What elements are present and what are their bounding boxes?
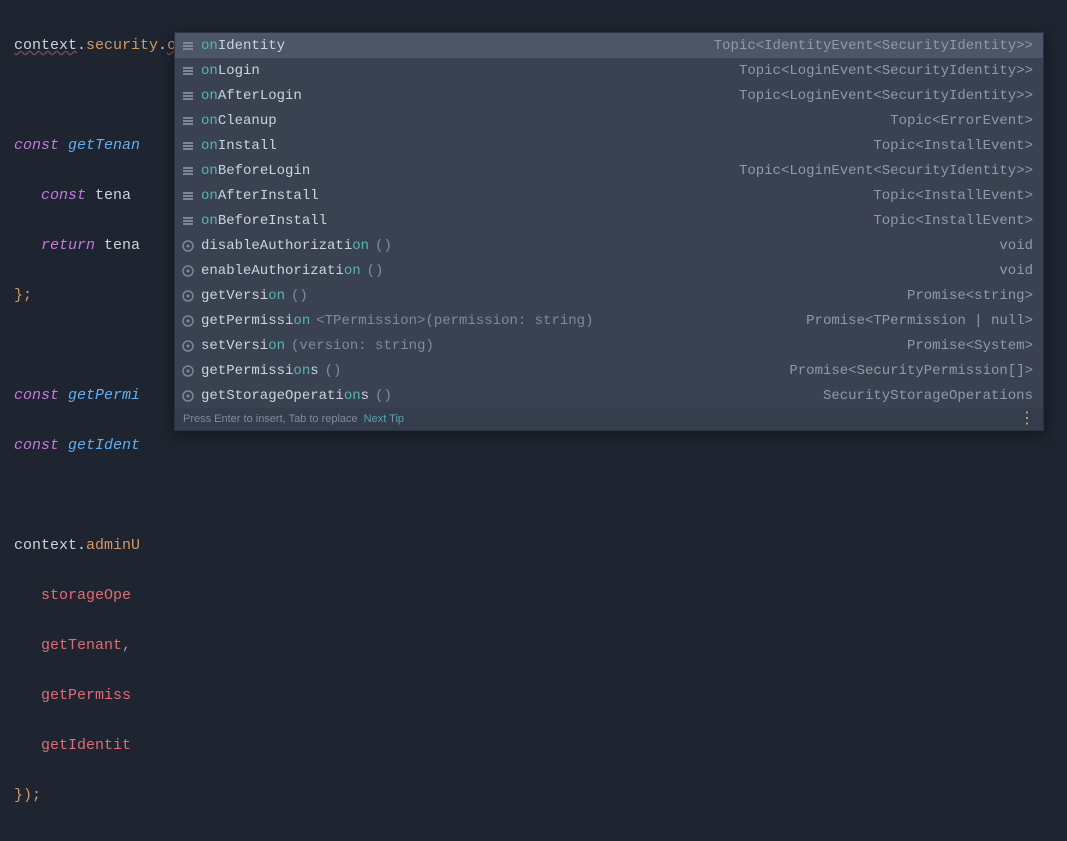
method-icon — [181, 264, 195, 278]
completion-type: void — [999, 263, 1033, 279]
method-icon — [181, 389, 195, 403]
completion-type: Promise<SecurityPermission[]> — [789, 363, 1033, 379]
completion-label: onAfterLogin — [201, 88, 302, 104]
autocomplete-item[interactable]: getVersion () Promise<string> — [175, 283, 1043, 308]
method-icon — [181, 339, 195, 353]
completion-params: <TPermission>(permission: string) — [316, 313, 593, 329]
autocomplete-list: onIdentity Topic<IdentityEvent<SecurityId… — [175, 33, 1043, 408]
completion-label: getPermissions — [201, 363, 319, 379]
completion-label: setVersion — [201, 338, 285, 354]
autocomplete-item[interactable]: onIdentity Topic<IdentityEvent<SecurityId… — [175, 33, 1043, 58]
autocomplete-popup[interactable]: onIdentity Topic<IdentityEvent<SecurityId… — [174, 32, 1044, 431]
completion-type: Promise<System> — [907, 338, 1033, 354]
completion-label: getStorageOperations — [201, 388, 369, 404]
completion-type: Topic<LoginEvent<SecurityIdentity>> — [739, 163, 1033, 179]
field-icon — [181, 64, 195, 78]
autocomplete-item[interactable]: getPermissions () Promise<SecurityPermissi… — [175, 358, 1043, 383]
autocomplete-item[interactable]: onAfterLogin Topic<LoginEvent<SecurityIde… — [175, 83, 1043, 108]
completion-params: (version: string) — [291, 338, 434, 354]
autocomplete-item[interactable]: getPermission <TPermission>(permission: s… — [175, 308, 1043, 333]
completion-type: Promise<string> — [907, 288, 1033, 304]
completion-type: Topic<InstallEvent> — [873, 188, 1033, 204]
autocomplete-item[interactable]: getStorageOperations () SecurityStorageOpe… — [175, 383, 1043, 408]
completion-type: Topic<InstallEvent> — [873, 213, 1033, 229]
completion-type: Topic<ErrorEvent> — [890, 113, 1033, 129]
completion-type: Promise<TPermission | null> — [806, 313, 1033, 329]
completion-label: enableAuthorization — [201, 263, 361, 279]
field-icon — [181, 189, 195, 203]
autocomplete-item[interactable]: onBeforeInstall Topic<InstallEvent> — [175, 208, 1043, 233]
completion-type: Topic<LoginEvent<SecurityIdentity>> — [739, 63, 1033, 79]
field-icon — [181, 164, 195, 178]
autocomplete-item[interactable]: onCleanup Topic<ErrorEvent> — [175, 108, 1043, 133]
completion-params: () — [367, 263, 384, 279]
completion-label: onIdentity — [201, 38, 285, 54]
completion-params: () — [375, 388, 392, 404]
completion-label: onLogin — [201, 63, 260, 79]
autocomplete-item[interactable]: setVersion (version: string) Promise<Syste… — [175, 333, 1043, 358]
completion-type: Topic<InstallEvent> — [873, 138, 1033, 154]
completion-label: disableAuthorization — [201, 238, 369, 254]
completion-label: onBeforeInstall — [201, 213, 327, 229]
field-icon — [181, 214, 195, 228]
method-icon — [181, 239, 195, 253]
field-icon — [181, 89, 195, 103]
field-icon — [181, 39, 195, 53]
autocomplete-item[interactable]: onLogin Topic<LoginEvent<SecurityIdentity… — [175, 58, 1043, 83]
field-icon — [181, 139, 195, 153]
autocomplete-item[interactable]: onAfterInstall Topic<InstallEvent> — [175, 183, 1043, 208]
completion-label: onInstall — [201, 138, 277, 154]
code-token: security — [86, 37, 158, 54]
autocomplete-item[interactable]: enableAuthorization () void — [175, 258, 1043, 283]
completion-type: SecurityStorageOperations — [823, 388, 1033, 404]
more-options-icon[interactable]: ⋮ — [1019, 415, 1035, 423]
completion-type: Topic<IdentityEvent<SecurityIdentity>> — [714, 38, 1033, 54]
completion-type: Topic<LoginEvent<SecurityIdentity>> — [739, 88, 1033, 104]
autocomplete-item[interactable]: disableAuthorization () void — [175, 233, 1043, 258]
method-icon — [181, 289, 195, 303]
completion-label: onCleanup — [201, 113, 277, 129]
field-icon — [181, 114, 195, 128]
completion-label: getPermission — [201, 313, 310, 329]
completion-label: getVersion — [201, 288, 285, 304]
method-icon — [181, 364, 195, 378]
method-icon — [181, 314, 195, 328]
code-token: context — [14, 37, 77, 54]
completion-params: () — [325, 363, 342, 379]
completion-params: () — [291, 288, 308, 304]
autocomplete-footer: Press Enter to insert, Tab to replace Ne… — [175, 408, 1043, 430]
completion-label: onAfterInstall — [201, 188, 319, 204]
next-tip-link[interactable]: Next Tip — [364, 413, 404, 425]
footer-hint: Press Enter to insert, Tab to replace — [183, 413, 358, 425]
completion-params: () — [375, 238, 392, 254]
autocomplete-item[interactable]: onInstall Topic<InstallEvent> — [175, 133, 1043, 158]
completion-label: onBeforeLogin — [201, 163, 310, 179]
completion-type: void — [999, 238, 1033, 254]
autocomplete-item[interactable]: onBeforeLogin Topic<LoginEvent<SecurityId… — [175, 158, 1043, 183]
